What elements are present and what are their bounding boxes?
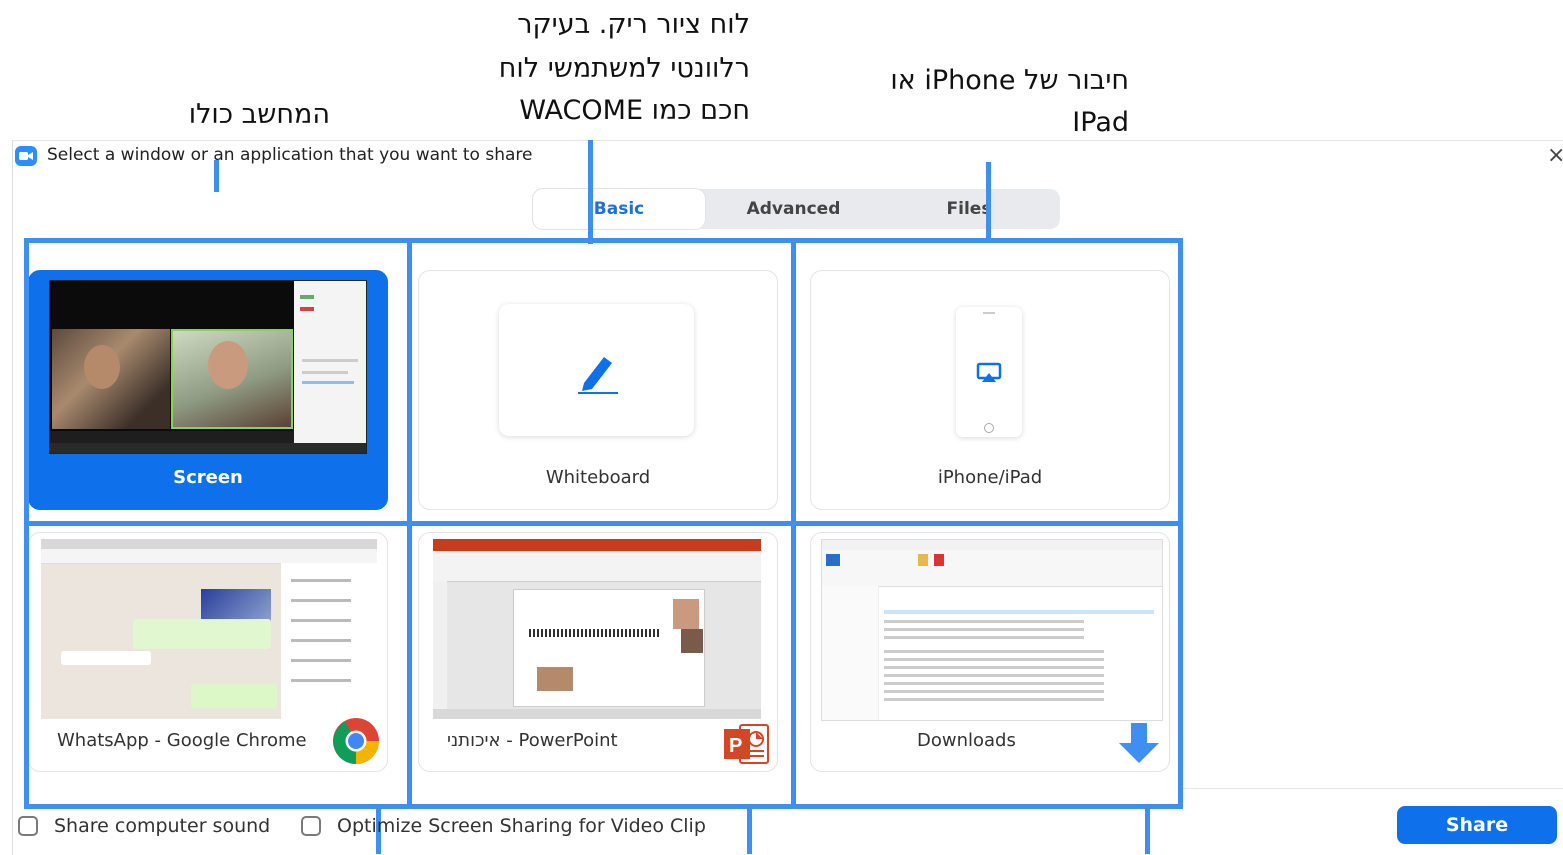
guide-pointer-screen (214, 160, 219, 192)
guide-col-1 (24, 238, 29, 809)
share-sound-checkbox[interactable] (18, 816, 38, 836)
guide-pointer-iphone (986, 162, 991, 242)
whatsapp-thumbnail (41, 539, 377, 719)
downloads-label: Downloads (917, 730, 1016, 751)
guide-bottom (24, 804, 1183, 809)
annotation-whiteboard-line3: חכם כמו WACOME (519, 95, 750, 126)
share-option-powerpoint[interactable]: איכותני - PowerPoint P (418, 532, 778, 772)
guide-col-2 (407, 238, 412, 809)
share-sound-label: Share computer sound (54, 815, 271, 837)
screen-label: Screen (173, 467, 243, 488)
annotation-whiteboard-line1: לוח ציור ריק. בעיקר (517, 9, 750, 40)
whiteboard-label: Whiteboard (545, 467, 651, 488)
share-option-whatsapp-chrome[interactable]: WhatsApp - Google Chrome (28, 532, 388, 772)
guide-tail-3 (1145, 808, 1150, 854)
tab-files[interactable]: Files (883, 189, 1055, 229)
guide-top (24, 238, 1183, 243)
whatsapp-label: WhatsApp - Google Chrome (57, 730, 307, 751)
close-icon[interactable]: × (1547, 143, 1563, 168)
explorer-thumbnail (821, 539, 1163, 721)
powerpoint-label: איכותני - PowerPoint (447, 730, 618, 751)
powerpoint-thumbnail (433, 539, 761, 719)
share-button[interactable]: Share (1397, 806, 1557, 844)
share-option-whiteboard[interactable]: Whiteboard (418, 270, 778, 510)
phone-thumbnail (956, 307, 1022, 437)
pen-icon (578, 357, 618, 394)
share-option-downloads[interactable]: Downloads (810, 532, 1170, 772)
optimize-video-label: Optimize Screen Sharing for Video Clip (337, 815, 706, 837)
svg-text:P: P (729, 735, 742, 757)
zoom-icon (15, 146, 37, 166)
screen-thumbnail (49, 280, 367, 454)
tab-basic[interactable]: Basic (533, 189, 705, 229)
annotation-iphone-line1: חיבור של iPhone או (890, 65, 1129, 96)
guide-col-3 (791, 238, 796, 809)
window-title: Select a window or an application that y… (47, 145, 533, 165)
whiteboard-thumbnail (499, 304, 694, 436)
airplay-icon (976, 362, 1002, 382)
tab-advanced[interactable]: Advanced (711, 189, 876, 229)
share-option-screen[interactable]: Screen (28, 270, 388, 510)
powerpoint-icon: P (724, 724, 769, 764)
annotation-whole-computer: המחשב כולו (188, 99, 330, 130)
download-arrow-icon (1119, 723, 1159, 763)
share-tabs: Basic Advanced Files (533, 189, 1060, 229)
annotation-iphone-line2: IPad (1072, 107, 1129, 138)
iphone-label: iPhone/iPad (937, 467, 1043, 488)
guide-middle (24, 521, 1183, 526)
share-option-iphone-ipad[interactable]: iPhone/iPad (810, 270, 1170, 510)
annotation-whiteboard-line2: רלוונטי למשתמשי לוח (498, 53, 750, 84)
chrome-icon (333, 718, 379, 764)
guide-col-4 (1178, 238, 1183, 809)
guide-pointer-whiteboard (588, 140, 593, 244)
optimize-video-checkbox[interactable] (301, 816, 321, 836)
guide-tail-2 (747, 808, 752, 854)
footer-divider (1183, 788, 1563, 789)
